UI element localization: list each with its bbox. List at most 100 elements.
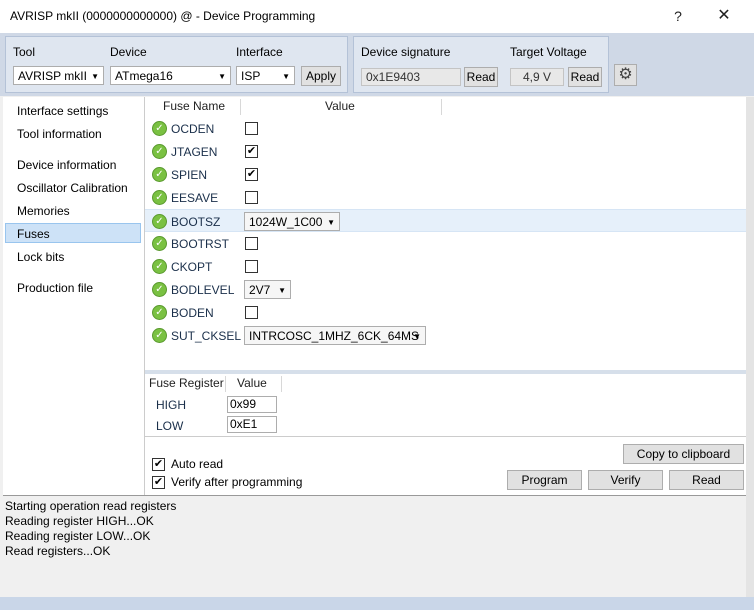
sidebar-item-tool-information[interactable]: Tool information — [17, 127, 102, 141]
fuse-row[interactable]: ✓ CKOPT — [145, 255, 746, 278]
fuse-checkbox[interactable] — [245, 122, 258, 135]
verify-after-programming-label: Verify after programming — [171, 475, 303, 489]
fuse-register-table: Fuse Register Value HIGH 0x99 LOW 0xE1 — [145, 374, 746, 436]
fuse-list: Fuse Name Value ✓ OCDEN ✓ JTAGEN ✔ ✓ SPIEN ✔ ✓ EE… — [145, 97, 746, 370]
fuse-row[interactable]: ✓ SPIEN ✔ — [145, 163, 746, 186]
auto-read-checkbox[interactable]: ✔ — [152, 458, 165, 471]
fuse-row[interactable]: ✓ EESAVE — [145, 186, 746, 209]
register-value-low[interactable]: 0xE1 — [227, 416, 277, 433]
sidebar-item-fuses[interactable]: Fuses — [17, 227, 50, 241]
fuse-name: BOOTSZ — [171, 215, 221, 229]
verify-button[interactable]: Verify — [588, 470, 663, 490]
checkmark-ok-icon: ✓ — [152, 214, 167, 229]
chevron-down-icon: ▼ — [218, 72, 226, 81]
log-line: Reading register LOW...OK — [5, 529, 151, 543]
device-select-value: ATmega16 — [115, 69, 173, 83]
tool-device-group: Tool AVRISP mkII ▼ Device ATmega16 ▼ Int… — [5, 36, 348, 93]
checkmark-ok-icon: ✓ — [152, 167, 167, 182]
tool-label: Tool — [13, 45, 36, 59]
fuse-row[interactable]: ✓ BOOTSZ 1024W_1C00 ▼ — [145, 209, 746, 232]
help-button[interactable]: ? — [664, 6, 692, 26]
fuse-value-select[interactable]: INTRCOSC_1MHZ_6CK_64MS ▼ — [244, 326, 426, 345]
chevron-down-icon: ▼ — [282, 72, 290, 81]
gear-icon: ⚙ — [618, 66, 633, 83]
column-divider — [281, 376, 282, 392]
checkmark-ok-icon: ✓ — [152, 144, 167, 159]
fuse-value-select-value: 2V7 — [249, 283, 271, 297]
sidebar-item-device-information[interactable]: Device information — [17, 158, 116, 172]
signature-label: Device signature — [361, 45, 451, 59]
fuse-value-select[interactable]: 2V7 ▼ — [244, 280, 291, 299]
device-select[interactable]: ATmega16 ▼ — [110, 66, 231, 85]
log-line: Read registers...OK — [5, 544, 111, 558]
checkmark-ok-icon: ✓ — [152, 282, 167, 297]
fuse-checkbox[interactable]: ✔ — [245, 145, 258, 158]
interface-select-value: ISP — [241, 69, 261, 83]
sidebar: Interface settings Tool information Devi… — [3, 97, 145, 495]
fuse-value-select-value: INTRCOSC_1MHZ_6CK_64MS — [249, 329, 420, 343]
fuse-name: SPIEN — [171, 168, 208, 182]
options-panel: Copy to clipboard ✔ Auto read ✔ Verify a… — [145, 436, 746, 496]
output-log: Starting operation read registers Readin… — [3, 495, 746, 598]
register-name-high: HIGH — [156, 398, 186, 412]
signature-read-button[interactable]: Read — [464, 67, 498, 87]
checkmark-ok-icon: ✓ — [152, 190, 167, 205]
chevron-down-icon: ▼ — [91, 72, 99, 81]
fuse-value-select[interactable]: 1024W_1C00 ▼ — [244, 212, 340, 231]
fuse-name: JTAGEN — [171, 145, 218, 159]
voltage-field: 4,9 V — [510, 68, 564, 86]
fuse-checkbox[interactable]: ✔ — [245, 168, 258, 181]
register-value-header: Value — [237, 376, 267, 390]
fuse-row[interactable]: ✓ BOOTRST — [145, 232, 746, 255]
chevron-down-icon: ▼ — [327, 218, 335, 227]
checkmark-ok-icon: ✓ — [152, 305, 167, 320]
fuse-register-header: Fuse Register — [149, 376, 224, 390]
interface-select[interactable]: ISP ▼ — [236, 66, 295, 85]
interface-label: Interface — [236, 45, 283, 59]
vertical-scrollbar[interactable] — [746, 97, 754, 597]
signature-field: 0x1E9403 — [361, 68, 461, 86]
fuse-checkbox[interactable] — [245, 260, 258, 273]
tool-select-value: AVRISP mkII — [18, 69, 87, 83]
fuse-name: BOOTRST — [171, 237, 230, 251]
log-line: Starting operation read registers — [5, 499, 177, 513]
checkmark-ok-icon: ✓ — [152, 121, 167, 136]
column-divider — [225, 376, 226, 392]
title-bar: AVRISP mkII (0000000000000) @ - Device P… — [0, 0, 754, 33]
device-label: Device — [110, 45, 147, 59]
fuse-name: CKOPT — [171, 260, 213, 274]
sidebar-item-lock-bits[interactable]: Lock bits — [17, 250, 64, 264]
sidebar-item-memories[interactable]: Memories — [17, 204, 70, 218]
fuse-checkbox[interactable] — [245, 306, 258, 319]
sidebar-item-oscillator-calibration[interactable]: Oscillator Calibration — [17, 181, 128, 195]
fuse-value-header: Value — [325, 99, 355, 113]
fuse-row[interactable]: ✓ JTAGEN ✔ — [145, 140, 746, 163]
fuse-row[interactable]: ✓ SUT_CKSEL INTRCOSC_1MHZ_6CK_64MS ▼ — [145, 324, 746, 347]
verify-after-programming-checkbox[interactable]: ✔ — [152, 476, 165, 489]
chevron-down-icon: ▼ — [413, 332, 421, 341]
settings-button[interactable]: ⚙ — [614, 64, 637, 86]
signature-voltage-group: Device signature 0x1E9403 Read Target Vo… — [353, 36, 609, 93]
fuse-name-header: Fuse Name — [163, 99, 226, 113]
fuse-checkbox[interactable] — [245, 237, 258, 250]
sidebar-item-production-file[interactable]: Production file — [17, 281, 93, 295]
read-button[interactable]: Read — [669, 470, 744, 490]
sidebar-item-interface-settings[interactable]: Interface settings — [17, 104, 108, 118]
fuse-name: EESAVE — [171, 191, 219, 205]
fuse-row[interactable]: ✓ OCDEN — [145, 117, 746, 140]
fuse-checkbox[interactable] — [245, 191, 258, 204]
fuse-name: BODLEVEL — [171, 283, 235, 297]
checkmark-ok-icon: ✓ — [152, 236, 167, 251]
copy-to-clipboard-button[interactable]: Copy to clipboard — [623, 444, 744, 464]
chevron-down-icon: ▼ — [278, 286, 286, 295]
fuse-row[interactable]: ✓ BODEN — [145, 301, 746, 324]
fuse-row[interactable]: ✓ BODLEVEL 2V7 ▼ — [145, 278, 746, 301]
tool-select[interactable]: AVRISP mkII ▼ — [13, 66, 104, 85]
close-button[interactable]: ✕ — [710, 6, 738, 26]
program-button[interactable]: Program — [507, 470, 582, 490]
register-value-high[interactable]: 0x99 — [227, 396, 277, 413]
checkmark-ok-icon: ✓ — [152, 259, 167, 274]
checkmark-ok-icon: ✓ — [152, 328, 167, 343]
voltage-read-button[interactable]: Read — [568, 67, 602, 87]
apply-button[interactable]: Apply — [301, 66, 341, 86]
